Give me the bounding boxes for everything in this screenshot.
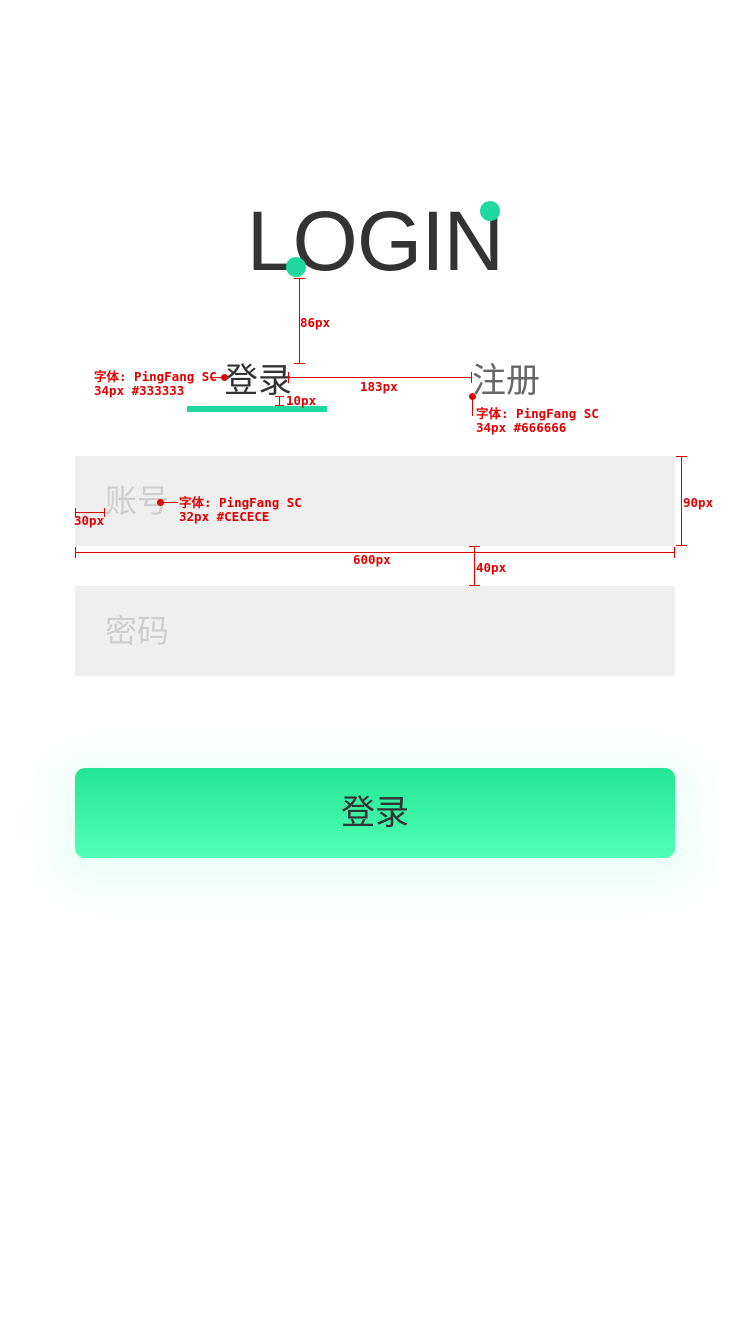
- annotation-font-spec: 34px #666666: [476, 420, 567, 435]
- annotation-font-spec: 34px #333333: [94, 383, 185, 398]
- annotation-input-font: 字体: PingFang SC 32px #CECECE: [179, 496, 302, 524]
- annotation-90px: 90px: [683, 495, 714, 510]
- annotation-leader: [210, 377, 224, 378]
- annotation-600px: 600px: [353, 552, 391, 567]
- measure-tick: [75, 547, 76, 558]
- annotation-leader: [472, 396, 473, 416]
- annotation-login-font: 字体: PingFang SC 34px #333333: [94, 370, 217, 398]
- measure-tick: [294, 363, 305, 364]
- measure-tick: [275, 405, 284, 406]
- page-title: LOGIN: [246, 194, 504, 288]
- measure-tick: [676, 456, 687, 457]
- annotation-30px: 30px: [74, 513, 105, 528]
- measure-tick: [294, 278, 305, 279]
- measure-tick: [676, 545, 687, 546]
- annotation-font-name: 字体: PingFang SC: [94, 369, 217, 384]
- measure-line: [474, 546, 475, 586]
- annotation-font-spec: 32px #CECECE: [179, 509, 270, 524]
- account-field: [75, 456, 675, 546]
- measure-tick: [275, 396, 284, 397]
- annotation-leader: [160, 502, 178, 503]
- measure-tick: [469, 585, 480, 586]
- measure-tick: [471, 372, 472, 383]
- measure-tick: [469, 546, 480, 547]
- annotation-font-name: 字体: PingFang SC: [476, 406, 599, 421]
- measure-line: [288, 377, 472, 378]
- account-input[interactable]: [75, 456, 675, 546]
- annotation-40px: 40px: [476, 560, 507, 575]
- measure-tick: [288, 372, 289, 383]
- annotation-10px: 10px: [286, 393, 317, 408]
- annotation-86px: 86px: [300, 315, 331, 330]
- annotation-register-font: 字体: PingFang SC 34px #666666: [476, 407, 599, 435]
- annotation-font-name: 字体: PingFang SC: [179, 495, 302, 510]
- measure-tick: [104, 508, 105, 517]
- tab-login[interactable]: 登录: [224, 361, 292, 401]
- measure-line: [681, 456, 682, 546]
- submit-login-button[interactable]: 登录: [75, 768, 675, 858]
- decor-dot-right: [480, 201, 500, 221]
- password-input[interactable]: [75, 586, 675, 676]
- measure-tick: [674, 547, 675, 558]
- annotation-183px: 183px: [360, 379, 398, 394]
- password-field: [75, 586, 675, 676]
- decor-dot-left: [286, 257, 306, 277]
- tab-register[interactable]: 注册: [472, 361, 540, 401]
